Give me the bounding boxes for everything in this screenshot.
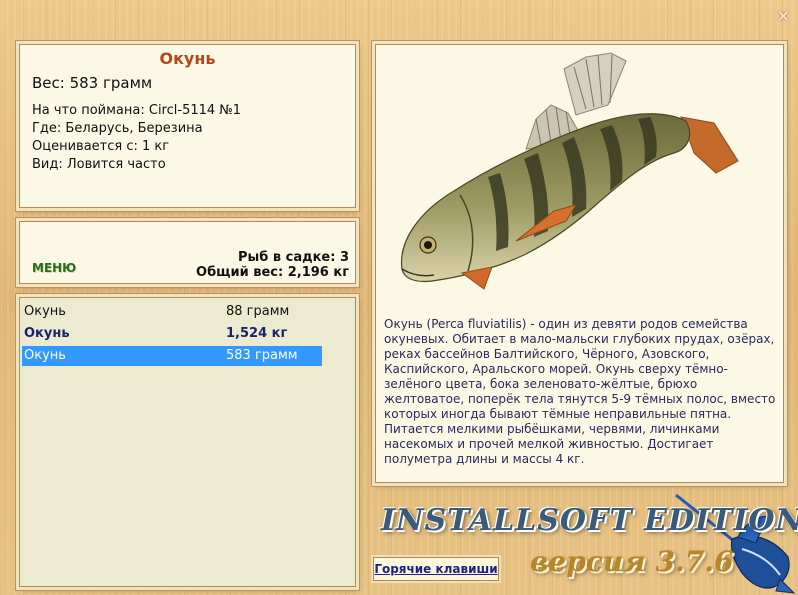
- fish-kind: Вид: Ловится часто: [32, 157, 166, 172]
- version-text: версия 3.7.6: [530, 545, 733, 578]
- menu-panel: МЕНЮ Рыб в садке: 3 Общий вес: 2,196 кг: [19, 221, 356, 284]
- list-item[interactable]: Окунь 88 грамм: [22, 302, 322, 322]
- fish-title: Окунь: [159, 49, 216, 68]
- fish-details: На что поймана: Circl-5114 №1 Где: Белар…: [32, 102, 355, 174]
- list-item-name: Окунь: [24, 304, 66, 319]
- menu-button[interactable]: МЕНЮ: [32, 261, 76, 275]
- version-label: версия: [530, 545, 646, 578]
- caught-with: На что поймана: Circl-5114 №1: [32, 103, 242, 118]
- close-icon[interactable]: ×: [777, 6, 790, 25]
- list-item[interactable]: Окунь 1,524 кг: [22, 324, 322, 344]
- perch-fish-image: [400, 52, 739, 290]
- fish-count: Рыб в садке: 3: [237, 250, 349, 265]
- total-weight: Общий вес: 2,196 кг: [196, 265, 349, 280]
- keepnet-stats: Рыб в садке: 3 Общий вес: 2,196 кг: [196, 250, 349, 280]
- catch-list[interactable]: Окунь 88 грамм Окунь 1,524 кг Окунь 583 …: [19, 297, 356, 587]
- brand-logo-text: INSTALLSOFT EDITION: [381, 503, 798, 538]
- version-number: 3.7.6: [655, 545, 734, 578]
- list-item-name: Окунь: [24, 348, 66, 363]
- fish-weight: Вес: 583 грамм: [32, 74, 153, 92]
- list-item-weight: 88 грамм: [226, 304, 290, 319]
- fish-description: Окунь (Perca fluviatilis) - один из девя…: [384, 317, 776, 466]
- fish-detail-panel: Окунь (Perca fluviatilis) - один из девя…: [375, 44, 784, 483]
- valued-from: Оценивается с: 1 кг: [32, 139, 170, 154]
- list-item-name: Окунь: [24, 326, 70, 341]
- list-item-selected[interactable]: Окунь 583 грамм: [22, 346, 322, 366]
- hotkeys-button[interactable]: Горячие клавиши: [373, 557, 499, 581]
- list-item-weight: 1,524 кг: [226, 326, 288, 341]
- fish-info-panel: Окунь Вес: 583 грамм На что поймана: Cir…: [19, 44, 356, 208]
- catch-location: Где: Беларусь, Березина: [32, 121, 203, 136]
- list-item-weight: 583 грамм: [226, 348, 298, 363]
